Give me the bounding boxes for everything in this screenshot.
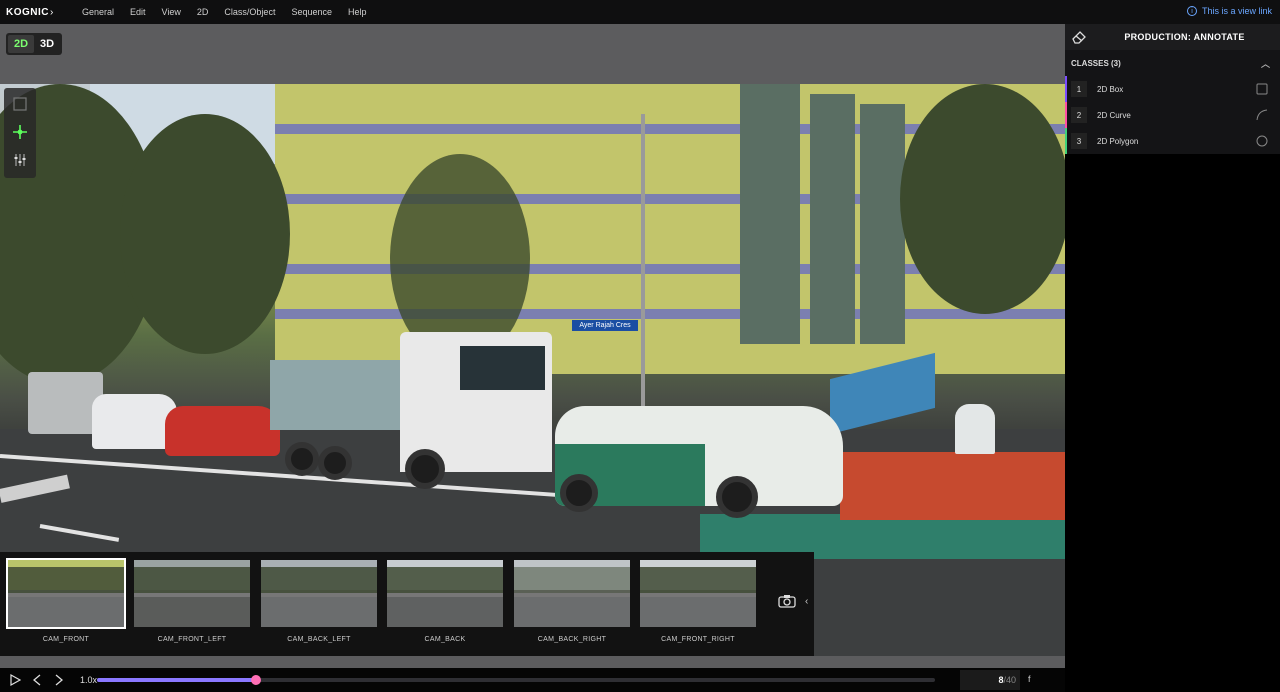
- scene-building-windows: [740, 84, 800, 344]
- playback-speed[interactable]: 1.0x: [80, 675, 97, 685]
- class-name: 2D Box: [1097, 84, 1124, 94]
- scene-tree: [120, 114, 290, 354]
- chevron-up-icon[interactable]: ︿: [1261, 57, 1270, 70]
- chevron-right-icon: [55, 674, 63, 686]
- curve-icon: [1256, 109, 1268, 121]
- camera-thumbnail-strip: CAM_FRONT CAM_FRONT_LEFT CAM_BACK_LEFT C…: [0, 552, 814, 656]
- thumbnail-label: CAM_FRONT_LEFT: [157, 636, 227, 643]
- scene-wheel: [716, 476, 758, 518]
- scene-road-barrier: [840, 452, 1065, 520]
- polygon-icon: [1256, 135, 1268, 147]
- move-tool-button[interactable]: [10, 122, 30, 142]
- playback-timeline: 1.0x 8 /40 f: [0, 668, 1065, 692]
- classes-header-label: CLASSES (3): [1071, 58, 1121, 68]
- scene-person: [955, 404, 995, 454]
- mode-toggle: 2D 3D: [6, 33, 62, 55]
- scene-vehicle: [165, 406, 280, 456]
- scene-tree: [900, 84, 1065, 314]
- thumbnail-label: CAM_BACK: [424, 636, 466, 643]
- thumbnail-cam-back[interactable]: [387, 560, 503, 627]
- scene-wheel: [285, 442, 319, 476]
- class-row-2d-box[interactable]: 1 2D Box: [1065, 76, 1280, 102]
- mode-2d-button[interactable]: 2D: [8, 35, 34, 53]
- menu-view[interactable]: View: [162, 7, 181, 17]
- box-tool-button[interactable]: [10, 94, 30, 114]
- thumbnail-label: CAM_FRONT: [42, 636, 90, 643]
- box-icon: [1256, 83, 1268, 95]
- class-number: 2: [1071, 107, 1087, 123]
- scene-wheel: [405, 449, 445, 489]
- previous-frame-button[interactable]: [30, 673, 44, 687]
- menu-bar: KOGNIC › General Edit View 2D Class/Objec…: [0, 0, 1280, 24]
- scene-truck-window: [460, 346, 545, 390]
- class-name: 2D Curve: [1097, 110, 1131, 120]
- frame-counter[interactable]: 8 /40: [960, 670, 1020, 690]
- scene-building-stripe: [275, 309, 1065, 319]
- chevron-left-icon: [33, 674, 41, 686]
- square-icon: [13, 97, 27, 111]
- timeline-right-filler: [1065, 668, 1280, 692]
- tool-strip: [4, 88, 36, 178]
- menu-general[interactable]: General: [82, 7, 114, 17]
- mode-3d-button[interactable]: 3D: [34, 35, 60, 53]
- scene-building-windows: [860, 104, 905, 344]
- class-number: 1: [1071, 81, 1087, 97]
- eraser-icon[interactable]: [1071, 29, 1087, 45]
- class-number: 3: [1071, 133, 1087, 149]
- menu-class-object[interactable]: Class/Object: [224, 7, 275, 17]
- thumbnail-cam-back-left[interactable]: [261, 560, 377, 627]
- view-link-notice[interactable]: i This is a view link: [1186, 6, 1272, 16]
- scene-wheel: [318, 446, 352, 480]
- classes-header[interactable]: CLASSES (3) ︿: [1065, 50, 1280, 76]
- menu-help[interactable]: Help: [348, 7, 367, 17]
- timeline-track[interactable]: [97, 675, 935, 685]
- scene-street-sign: Ayer Rajah Cres: [572, 320, 638, 331]
- scene-truck: [270, 360, 415, 430]
- next-frame-button[interactable]: [52, 673, 66, 687]
- move-icon: [13, 125, 27, 139]
- camera-icon[interactable]: [778, 594, 796, 608]
- menu-2d[interactable]: 2D: [197, 7, 209, 17]
- thumbnail-cam-front-left[interactable]: [134, 560, 250, 627]
- play-button[interactable]: [8, 673, 22, 687]
- class-row-2d-curve[interactable]: 2 2D Curve: [1065, 102, 1280, 128]
- menu-sequence[interactable]: Sequence: [291, 7, 332, 17]
- thumbnail-cam-front-right[interactable]: [640, 560, 756, 627]
- scene-building-windows: [810, 94, 855, 344]
- menu-edit[interactable]: Edit: [130, 7, 146, 17]
- thumbnail-cam-back-right[interactable]: [514, 560, 630, 627]
- panel-header: PRODUCTION: ANNOTATE: [1065, 24, 1280, 50]
- collapse-thumbnails-chevron-icon[interactable]: ‹: [805, 596, 808, 607]
- timeline-playhead[interactable]: [251, 675, 262, 685]
- frame-hotkey-label[interactable]: f: [1028, 674, 1031, 684]
- workspace: 2D 3D Ayer Rajah Cres CAM_FRONT CAM_FRON…: [0, 24, 1065, 692]
- class-name: 2D Polygon: [1097, 136, 1139, 146]
- panel-title: PRODUCTION: ANNOTATE: [1124, 32, 1245, 42]
- class-row-2d-polygon[interactable]: 3 2D Polygon: [1065, 128, 1280, 154]
- info-icon: i: [1186, 6, 1197, 16]
- scene-wheel: [560, 474, 598, 512]
- thumbnail-cam-front[interactable]: [6, 558, 126, 629]
- play-icon: [9, 674, 21, 686]
- adjust-tool-button[interactable]: [10, 150, 30, 170]
- timeline-progress: [97, 678, 257, 682]
- thumbnail-label: CAM_BACK_LEFT: [287, 636, 351, 643]
- annotation-panel: PRODUCTION: ANNOTATE CLASSES (3) ︿ 1 2D …: [1065, 24, 1280, 668]
- total-frames: /40: [1003, 675, 1016, 685]
- kognic-logo[interactable]: KOGNIC ›: [6, 7, 66, 18]
- view-link-text: This is a view link: [1201, 6, 1272, 16]
- thumbnail-label: CAM_BACK_RIGHT: [537, 636, 607, 643]
- thumbnail-label: CAM_FRONT_RIGHT: [661, 636, 735, 643]
- sliders-icon: [14, 154, 26, 166]
- scene-lamp-pole: [641, 114, 645, 414]
